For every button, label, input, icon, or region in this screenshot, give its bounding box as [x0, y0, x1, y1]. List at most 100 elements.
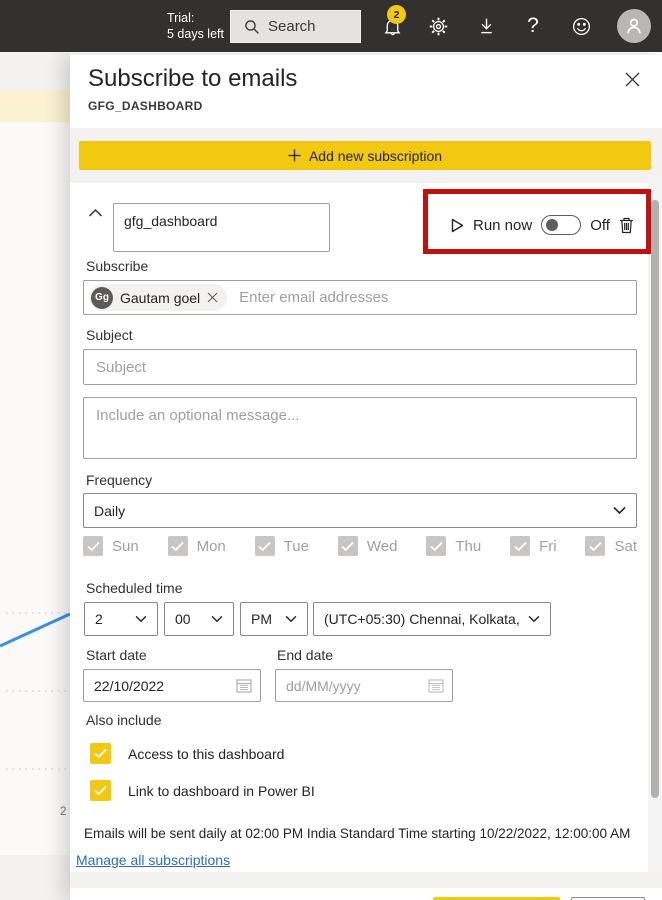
add-new-subscription-label: Add new subscription	[308, 147, 443, 164]
recipient-name: Gautam goel	[120, 289, 201, 306]
minute-value: 00	[175, 611, 191, 627]
ampm-select[interactable]: PM	[240, 602, 308, 636]
weekday-label: Thu	[455, 537, 482, 555]
subscribe-label: Subscribe	[86, 258, 149, 274]
chevron-down-icon	[135, 615, 147, 623]
subject-input[interactable]: Subject	[83, 349, 637, 385]
run-now-button[interactable]	[451, 218, 464, 233]
checkbox-checked-disabled-icon	[585, 536, 606, 556]
end-date-placeholder: dd/MM/yyyy	[286, 677, 361, 694]
account-button[interactable]	[617, 9, 651, 43]
schedule-summary-text: Emails will be sent daily at 02:00 PM In…	[84, 826, 631, 841]
end-date-input[interactable]: dd/MM/yyyy	[275, 669, 453, 702]
notification-badge: 2	[387, 5, 406, 24]
frequency-label: Frequency	[86, 472, 153, 488]
start-date-input[interactable]: 22/10/2022	[83, 669, 261, 702]
trial-days-left: 5 days left	[167, 27, 224, 41]
weekday-label: Sun	[112, 537, 139, 555]
frequency-value: Daily	[94, 502, 126, 519]
footer-divider	[70, 872, 662, 888]
close-icon	[625, 72, 639, 86]
background-axis-tick: 2	[60, 806, 67, 818]
background-gray-area	[0, 52, 70, 90]
trial-label: Trial:	[167, 11, 195, 25]
delete-subscription-button[interactable]	[619, 217, 634, 234]
notifications-button[interactable]: 2	[375, 0, 409, 52]
dashboard-name: GFG_DASHBOARD	[88, 99, 203, 113]
recipient-chip[interactable]: Gg Gautam goel	[89, 284, 228, 311]
chevron-up-icon	[88, 208, 103, 217]
email-placeholder: Enter email addresses	[239, 289, 389, 306]
checkbox-checked-disabled-icon	[510, 536, 531, 556]
trial-status: Trial: 5 days left	[167, 10, 224, 42]
add-new-subscription-button[interactable]: Add new subscription	[79, 141, 651, 170]
message-placeholder: Include an optional message...	[96, 407, 300, 424]
link-dashboard-label: Link to dashboard in Power BI	[128, 782, 315, 799]
chevron-down-icon	[211, 615, 223, 623]
dashboard-background: 2	[0, 52, 70, 900]
settings-button[interactable]	[421, 0, 455, 52]
minute-select[interactable]: 00	[164, 602, 234, 636]
weekday-sat: Sat	[585, 536, 637, 556]
access-dashboard-checkbox[interactable]: Access to this dashboard	[90, 743, 284, 764]
weekday-label: Mon	[196, 537, 226, 555]
calendar-icon[interactable]	[236, 678, 252, 693]
subscription-name-input[interactable]: gfg_dashboard	[113, 203, 330, 252]
weekday-tue: Tue	[254, 536, 309, 556]
chevron-down-icon	[285, 615, 297, 623]
search-input[interactable]: Search	[230, 10, 361, 43]
collapse-subscription-button[interactable]	[88, 208, 106, 224]
feedback-button[interactable]	[564, 0, 598, 52]
chevron-down-icon	[613, 506, 626, 515]
checkbox-checked-disabled-icon	[426, 536, 447, 556]
help-icon: ?	[527, 14, 539, 37]
search-icon	[245, 19, 259, 34]
frequency-select[interactable]: Daily	[83, 493, 637, 528]
hour-select[interactable]: 2	[84, 602, 158, 636]
download-icon	[480, 18, 492, 33]
subscription-toggle[interactable]	[541, 215, 582, 235]
also-include-label: Also include	[86, 712, 162, 728]
calendar-icon[interactable]	[428, 678, 444, 693]
access-dashboard-label: Access to this dashboard	[128, 745, 285, 762]
person-icon	[627, 18, 641, 34]
close-button[interactable]	[622, 69, 642, 89]
weekday-sun: Sun	[83, 536, 139, 556]
weekday-wed: Wed	[337, 536, 398, 556]
subject-placeholder: Subject	[96, 359, 147, 376]
recipient-avatar: Gg	[91, 286, 113, 309]
link-dashboard-checkbox[interactable]: Link to dashboard in Power BI	[90, 780, 315, 801]
email-recipients-input[interactable]: Gg Gautam goel Enter email addresses	[83, 280, 637, 315]
checkbox-checked-icon	[90, 743, 111, 764]
checkbox-checked-icon	[90, 780, 111, 801]
weekday-label: Tue	[283, 537, 309, 555]
panel-scrollbar-thumb[interactable]	[651, 200, 659, 798]
weekday-fri: Fri	[510, 536, 557, 556]
chevron-down-icon	[528, 615, 540, 623]
end-date-label: End date	[277, 647, 334, 663]
checkbox-checked-disabled-icon	[167, 536, 188, 556]
help-button[interactable]: ?	[516, 0, 550, 52]
scheduled-time-label: Scheduled time	[86, 580, 183, 596]
start-date-label: Start date	[86, 647, 147, 663]
subject-label: Subject	[86, 327, 133, 343]
top-app-bar: Trial: 5 days left Search 2 ?	[0, 0, 662, 52]
remove-recipient-button[interactable]	[207, 292, 218, 303]
toggle-state-label: Off	[590, 216, 610, 234]
play-icon	[451, 218, 464, 232]
toggle-knob	[546, 219, 559, 231]
checkbox-checked-disabled-icon	[337, 536, 358, 556]
background-yellow-band	[0, 90, 70, 122]
message-textarea[interactable]: Include an optional message...	[83, 397, 637, 459]
manage-subscriptions-link[interactable]: Manage all subscriptions	[76, 852, 230, 868]
weekday-label: Wed	[366, 537, 398, 555]
ampm-value: PM	[251, 611, 272, 627]
add-subscription-band: Add new subscription	[70, 128, 662, 183]
weekday-label: Sat	[614, 537, 637, 555]
search-placeholder: Search	[268, 18, 316, 35]
gear-icon	[429, 17, 447, 35]
timezone-select[interactable]: (UTC+05:30) Chennai, Kolkata, Mu	[313, 602, 551, 636]
download-button[interactable]	[469, 0, 503, 52]
weekday-mon: Mon	[167, 536, 226, 556]
smiley-icon	[572, 17, 590, 35]
